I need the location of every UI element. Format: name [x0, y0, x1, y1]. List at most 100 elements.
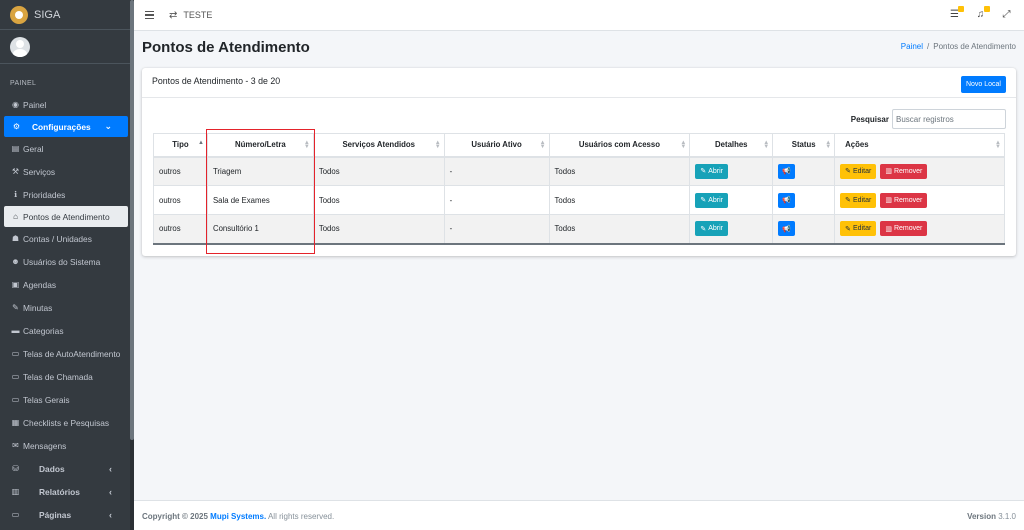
- column-header-servicos[interactable]: Serviços Atendidos ▲ ▼: [312, 133, 445, 158]
- sidebar-item-dados[interactable]: ⛁ Dados ‹: [0, 457, 134, 480]
- task-list-icon[interactable]: ☰: [949, 6, 964, 21]
- sidebar-item-label: Checklists e Pesquisas: [23, 417, 110, 428]
- desktop-icon: ▭: [11, 349, 20, 358]
- sidebar-item-label: Categorias: [23, 325, 64, 336]
- sidebar-item-agendas[interactable]: ▣ Agendas: [0, 273, 134, 296]
- cell-acoes: ✎ Editar ▥ Remover: [834, 214, 1005, 245]
- desktop-icon: ▭: [11, 395, 20, 404]
- status-bullhorn-button[interactable]: 📢: [778, 221, 795, 237]
- navbar-title[interactable]: TESTE: [183, 10, 212, 20]
- sidebar-item-prioridades[interactable]: ℹ Prioridades: [0, 183, 134, 206]
- cell-tipo: outros: [153, 185, 208, 215]
- cell-detalhes: ✎ Abrir: [689, 156, 774, 186]
- cell-detalhes: ✎ Abrir: [689, 185, 774, 215]
- chart-icon: ▥: [11, 487, 20, 496]
- sidebar: SIGA PAINEL ◉ Painel ⚙ Configurações ⌄ ▤…: [0, 0, 134, 530]
- open-details-button[interactable]: ✎ Abrir: [695, 221, 728, 237]
- sidebar-scrollbar[interactable]: [130, 0, 134, 530]
- address-book-icon: ▣: [11, 280, 20, 289]
- remove-button[interactable]: ▥ Remover: [880, 192, 928, 208]
- column-header-status[interactable]: Status ▲ ▼: [772, 133, 836, 158]
- breadcrumb: Painel / Pontos de Atendimento: [901, 42, 1016, 51]
- sidebar-item-label: Minutas: [23, 302, 53, 313]
- user-panel[interactable]: [0, 30, 134, 64]
- menu-toggle-icon[interactable]: [145, 10, 154, 20]
- sidebar-item-telas-chamada[interactable]: ▭ Telas de Chamada: [0, 365, 134, 388]
- fullscreen-icon[interactable]: ⤢: [1001, 9, 1012, 21]
- breadcrumb-home-link[interactable]: Painel: [901, 42, 923, 51]
- sidebar-item-painel[interactable]: ◉ Painel: [0, 93, 134, 116]
- nav-header: PAINEL: [10, 80, 37, 87]
- sidebar-item-label: Configurações: [32, 121, 91, 132]
- column-header-numero[interactable]: Número/Letra ▲ ▼: [206, 133, 314, 158]
- sidebar-item-telas-autoatendimento[interactable]: ▭ Telas de AutoAtendimento: [0, 342, 134, 365]
- column-header-tipo[interactable]: Tipo ▲: [153, 133, 208, 158]
- remove-button[interactable]: ▥ Remover: [880, 163, 928, 179]
- table-row: outros Consultório 1 Todos - Todos ✎ Abri…: [153, 214, 1005, 245]
- brand[interactable]: SIGA: [0, 0, 134, 30]
- sort-asc-icon: ▲: [197, 140, 204, 146]
- brand-name: SIGA: [34, 8, 61, 21]
- trash-icon: ▥: [885, 168, 892, 176]
- sidebar-item-servicos[interactable]: ⚒ Serviços: [0, 160, 134, 183]
- sidebar-item-label: Dados: [39, 463, 65, 474]
- sidebar-item-label: Prioridades: [23, 189, 66, 200]
- sidebar-item-pontos-de-atendimento[interactable]: ⌂ Pontos de Atendimento: [4, 206, 128, 227]
- sort-icon: ▲ ▼: [434, 140, 441, 150]
- bell-icon[interactable]: ♫: [975, 6, 990, 21]
- trash-icon: ▥: [885, 197, 892, 204]
- column-header-usuario-ativo[interactable]: Usuário Ativo ▲ ▼: [443, 133, 550, 158]
- open-details-button[interactable]: ✎ Abrir: [695, 163, 728, 179]
- brand-logo-icon: [10, 5, 28, 24]
- avatar[interactable]: [10, 36, 30, 57]
- chevron-left-icon: ‹: [109, 463, 112, 474]
- scrollbar-thumb[interactable]: [130, 0, 134, 440]
- new-location-button[interactable]: Novo Local: [960, 76, 1006, 93]
- sidebar-item-relatorios[interactable]: ▥ Relatórios ‹: [0, 480, 134, 503]
- sidebar-item-mensagens[interactable]: ✉ Mensagens: [0, 434, 134, 457]
- sidebar-item-label: Painel: [23, 99, 47, 110]
- open-details-button[interactable]: ✎ Abrir: [695, 192, 728, 208]
- table-row: outros Triagem Todos - Todos ✎ Abrir 📢 ✎ E…: [153, 156, 1005, 186]
- bullhorn-icon: 📢: [782, 168, 791, 176]
- status-bullhorn-button[interactable]: 📢: [778, 192, 795, 208]
- table-header-row: Tipo ▲ Número/Letra ▲ ▼ Serviços Atendidos ▲…: [153, 133, 1005, 158]
- remove-button[interactable]: ▥ Remover: [880, 221, 928, 237]
- chevron-left-icon: ‹: [109, 486, 112, 497]
- company-link[interactable]: Mupi Systems.: [210, 512, 266, 521]
- edit-icon: ✎: [12, 303, 19, 312]
- footer-version: Version 3.1.0: [967, 512, 1016, 521]
- sidebar-item-usuarios-do-sistema[interactable]: ☻ Usuários do Sistema: [0, 250, 134, 273]
- edit-button[interactable]: ✎ Editar: [840, 163, 877, 179]
- search-input[interactable]: [892, 109, 1006, 129]
- cell-detalhes: ✎ Abrir: [689, 214, 774, 245]
- column-header-detalhes[interactable]: Detalhes ▲ ▼: [689, 133, 774, 158]
- sidebar-item-categorias[interactable]: ▬ Categorias: [0, 319, 134, 342]
- sidebar-item-label: Serviços: [23, 166, 56, 177]
- swap-icon[interactable]: ⇄: [169, 10, 177, 21]
- sidebar-item-label: Telas de Chamada: [23, 371, 93, 382]
- cell-tipo: outros: [153, 156, 208, 186]
- sidebar-item-telas-gerais[interactable]: ▭ Telas Gerais: [0, 388, 134, 411]
- column-header-acoes[interactable]: Ações ▲ ▼: [834, 133, 1005, 158]
- home-icon: ⌂: [13, 212, 18, 221]
- search-label: Pesquisar: [850, 114, 889, 124]
- cell-numero: Triagem: [206, 156, 314, 186]
- sidebar-item-minutas[interactable]: ✎ Minutas: [0, 296, 134, 319]
- cell-status: 📢: [772, 214, 836, 245]
- edit-button[interactable]: ✎ Editar: [840, 192, 877, 208]
- sidebar-item-configuracoes[interactable]: ⚙ Configurações ⌄: [4, 116, 128, 137]
- sidebar-item-geral[interactable]: ▤ Geral: [0, 137, 134, 160]
- printer-icon: ▤: [11, 144, 20, 153]
- column-header-usuarios-acesso[interactable]: Usuários com Acesso ▲ ▼: [548, 133, 691, 158]
- card-title: Pontos de Atendimento - 3 de 20: [152, 76, 281, 86]
- database-icon: ⛁: [12, 464, 19, 473]
- status-bullhorn-button[interactable]: 📢: [778, 163, 795, 179]
- table-row: outros Sala de Exames Todos - Todos ✎ Abr…: [153, 185, 1005, 215]
- footer: Copyright © 2025 Mupi Systems. All right…: [134, 500, 1024, 530]
- sidebar-item-checklists[interactable]: ▦ Checklists e Pesquisas: [0, 411, 134, 434]
- list-alt-icon: ▦: [11, 418, 20, 427]
- sidebar-item-paginas[interactable]: ▭ Páginas ‹: [0, 503, 134, 526]
- sidebar-item-contas-unidades[interactable]: ☗ Contas / Unidades: [0, 227, 134, 250]
- edit-button[interactable]: ✎ Editar: [840, 221, 877, 237]
